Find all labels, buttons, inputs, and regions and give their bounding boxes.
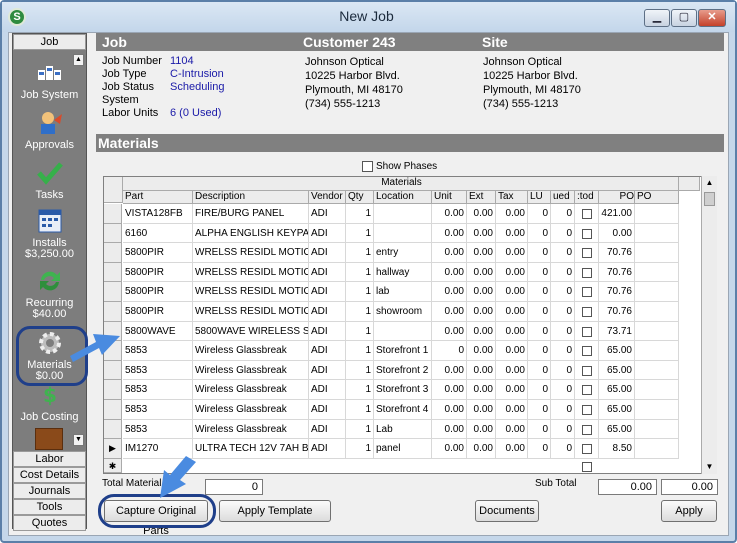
- arrow-to-capture-button: [160, 456, 196, 498]
- arrow-to-materials-row: [70, 334, 120, 362]
- callout-arrows: [70, 334, 196, 498]
